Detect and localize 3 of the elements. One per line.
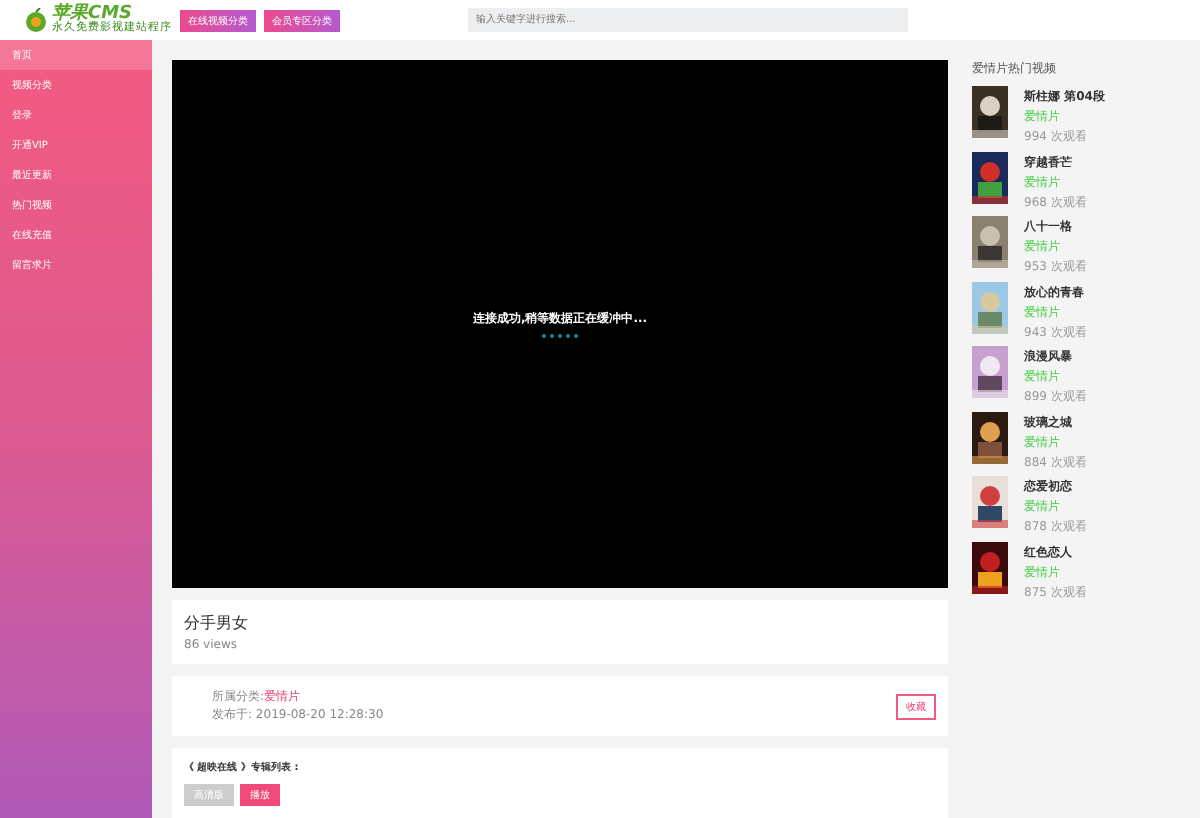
logo-text: 苹果CMS [52,5,133,24]
apple-logo-icon [24,8,48,32]
video-title: 分手男女 [184,612,250,634]
